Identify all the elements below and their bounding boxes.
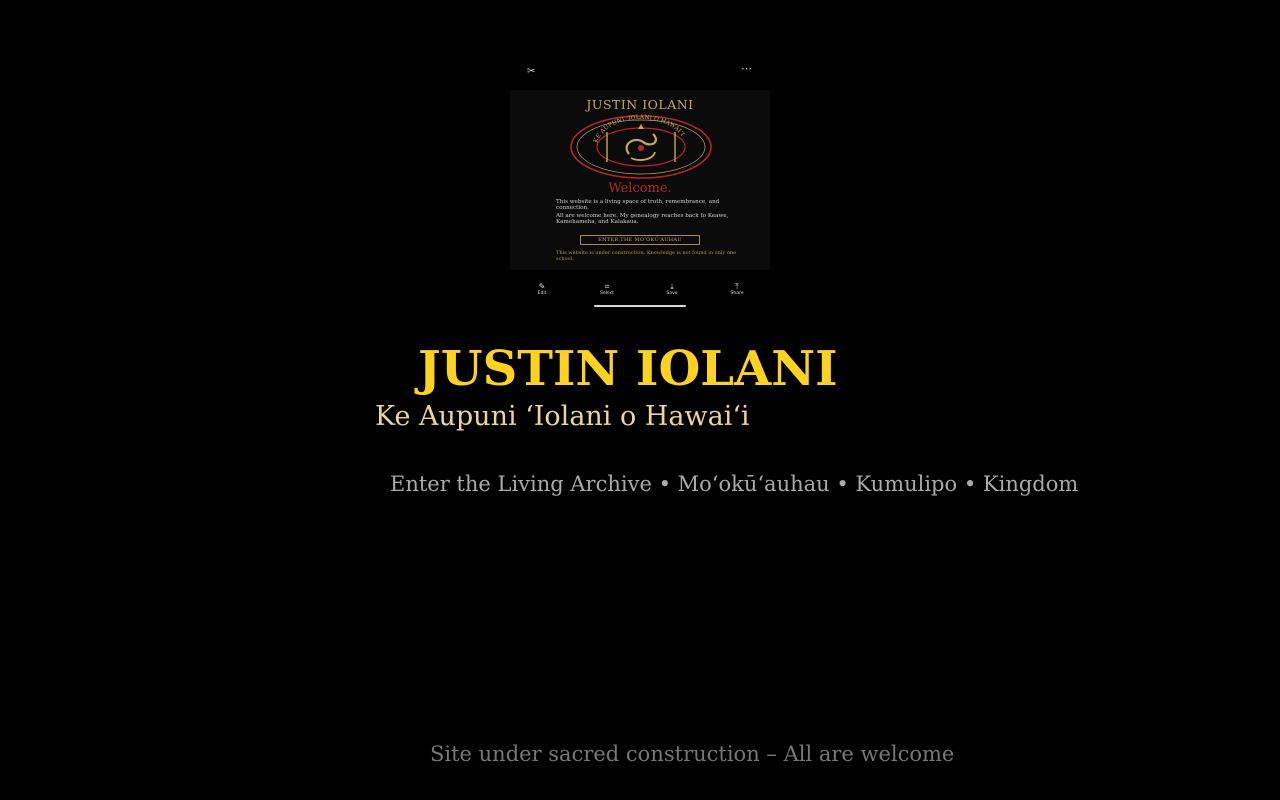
screenshot-edit-tool: ✎ Edit bbox=[522, 282, 562, 297]
nav-link-kingdom[interactable]: Kingdom bbox=[983, 472, 1078, 496]
home-indicator bbox=[594, 305, 686, 307]
share-icon: ⤒ bbox=[735, 282, 739, 291]
screenshot-paragraph-2: All are welcome here. My genealogy reach… bbox=[556, 213, 729, 226]
tool-label: Select bbox=[600, 291, 614, 296]
page-subtitle: Ke Aupuni ʻIolani o Hawaiʻi bbox=[375, 401, 750, 432]
screenshot-toolbar: ✎ Edit ⌗ Select ⤓ Save ⤒ Share bbox=[510, 282, 770, 300]
nav-separator: • bbox=[658, 472, 671, 496]
screenshot-save-tool: ⤓ Save bbox=[652, 282, 692, 297]
tool-label: Save bbox=[666, 291, 678, 296]
screenshot-enter-button: ENTER THE MOʻOKŪʻAUHAU bbox=[580, 235, 700, 245]
main-nav: Enter the Living Archive • Moʻokūʻauhau … bbox=[390, 470, 1078, 498]
nav-separator: • bbox=[963, 472, 977, 496]
screenshot-select-tool: ⌗ Select bbox=[587, 282, 627, 297]
screenshot-topbar: ✂ ⋯ bbox=[510, 58, 770, 88]
screenshot-note: This website is under construction. Know… bbox=[556, 250, 737, 262]
footer-text: Site under sacred construction – All are… bbox=[430, 742, 955, 766]
nav-link-kumulipo[interactable]: Kumulipo bbox=[855, 472, 957, 496]
screenshot-paragraph-1: This website is a living space of truth,… bbox=[556, 199, 720, 212]
nav-link-mookuauhau[interactable]: Moʻokūʻauhau bbox=[678, 472, 830, 496]
select-icon: ⌗ bbox=[604, 282, 610, 291]
nav-separator: • bbox=[836, 472, 849, 496]
save-icon: ⤓ bbox=[670, 282, 674, 291]
page-title: JUSTIN IOLANI bbox=[418, 341, 838, 397]
nav-link-living-archive[interactable]: Enter the Living Archive bbox=[390, 472, 652, 496]
screenshot-title: JUSTIN IOLANI bbox=[586, 97, 694, 112]
screenshot-share-tool: ⤒ Share bbox=[717, 282, 757, 297]
screenshot-welcome-heading: Welcome. bbox=[608, 181, 672, 196]
embedded-screenshot: ✂ ⋯ JUSTIN IOLANI KE AUPUNI ʻIOLANI O HA… bbox=[510, 58, 770, 310]
edit-icon: ✎ bbox=[538, 282, 546, 291]
screenshot-page: JUSTIN IOLANI KE AUPUNI ʻIOLANI O HAWAIʻ… bbox=[510, 90, 770, 270]
tool-label: Edit bbox=[537, 291, 547, 296]
more-dots-icon: ⋯ bbox=[741, 62, 753, 75]
tool-label: Share bbox=[730, 291, 744, 296]
scissors-icon: ✂ bbox=[527, 66, 536, 77]
seal-logo: KE AUPUNI ʻIOLANI O HAWAIʻI bbox=[570, 114, 712, 179]
